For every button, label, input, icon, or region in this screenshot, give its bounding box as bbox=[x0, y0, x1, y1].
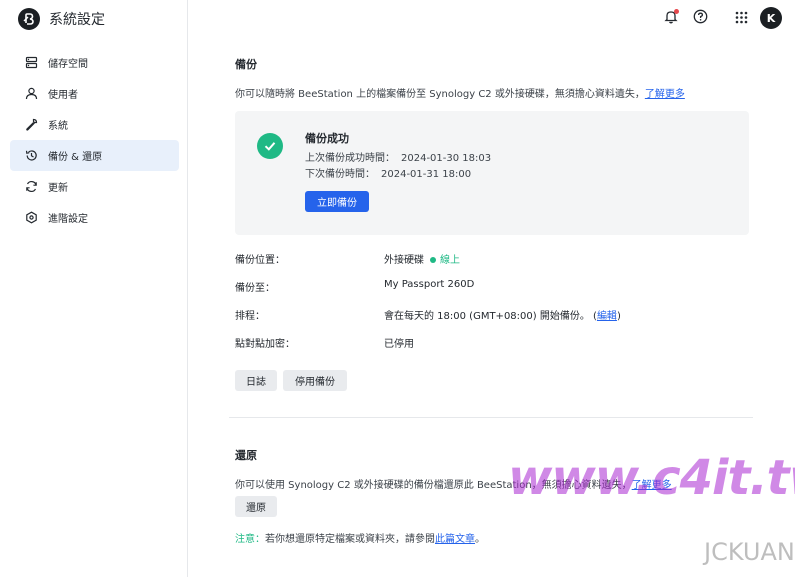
disable-backup-button[interactable]: 停用備份 bbox=[283, 370, 347, 391]
restore-learn-more-link[interactable]: 了解更多 bbox=[632, 480, 672, 491]
schedule-value: 會在每天的 18:00 (GMT+08:00) 開始備份。 (編輯) bbox=[384, 311, 621, 322]
backup-status-title: 備份成功 bbox=[305, 132, 349, 145]
backup-section-title: 備份 bbox=[235, 58, 257, 71]
backup-target-label: 備份至： bbox=[235, 283, 275, 294]
backup-description: 你可以隨時將 BeeStation 上的檔案備份至 Synology C2 或外… bbox=[235, 89, 685, 100]
sidebar-item-users[interactable]: 使用者 bbox=[10, 78, 179, 109]
app-header: 系統設定 bbox=[18, 7, 105, 31]
backup-location-value: 外接硬碟 線上 bbox=[384, 255, 460, 266]
restore-article-link[interactable]: 此篇文章 bbox=[435, 534, 475, 545]
advanced-settings-icon bbox=[24, 211, 38, 225]
restore-section-title: 還原 bbox=[235, 449, 257, 462]
online-status-dot bbox=[430, 256, 436, 263]
sidebar-item-system[interactable]: 系統 bbox=[10, 109, 179, 140]
sidebar-item-advanced[interactable]: 進階設定 bbox=[10, 202, 179, 233]
sidebar-item-label: 使用者 bbox=[48, 90, 78, 101]
backup-target-value: My Passport 260D bbox=[384, 279, 475, 290]
last-backup-time: 2024-01-30 18:03 bbox=[401, 153, 492, 164]
wrench-icon bbox=[24, 118, 38, 132]
backup-now-button[interactable]: 立即備份 bbox=[305, 191, 369, 212]
storage-icon bbox=[24, 56, 38, 70]
sidebar-item-label: 更新 bbox=[48, 183, 68, 194]
next-backup-time: 2024-01-31 18:00 bbox=[381, 169, 472, 180]
backup-restore-icon bbox=[24, 149, 38, 163]
schedule-label: 排程： bbox=[235, 311, 265, 322]
backup-location-label: 備份位置： bbox=[235, 255, 285, 266]
sidebar-item-backup-restore[interactable]: 備份 & 還原 bbox=[10, 140, 179, 171]
sidebar-item-label: 儲存空間 bbox=[48, 59, 88, 70]
sidebar: 系統設定 儲存空間 使用者 系統 備份 & 還原 更新 進階設定 bbox=[0, 0, 188, 577]
sidebar-item-label: 進階設定 bbox=[48, 214, 88, 225]
next-backup-line: 下次備份時間： 2024-01-31 18:00 bbox=[305, 169, 472, 180]
restore-description: 你可以使用 Synology C2 或外接硬碟的備份檔還原此 BeeStatio… bbox=[235, 480, 672, 491]
encryption-value: 已停用 bbox=[384, 339, 414, 350]
log-button[interactable]: 日誌 bbox=[235, 370, 277, 391]
schedule-edit-link[interactable]: 編輯 bbox=[597, 311, 617, 322]
sidebar-item-label: 備份 & 還原 bbox=[48, 152, 103, 163]
sidebar-item-label: 系統 bbox=[48, 121, 68, 132]
last-backup-line: 上次備份成功時間： 2024-01-30 18:03 bbox=[305, 153, 492, 164]
section-divider bbox=[229, 417, 753, 418]
sidebar-item-storage[interactable]: 儲存空間 bbox=[10, 47, 179, 78]
check-circle-icon bbox=[257, 133, 283, 159]
online-status-text: 線上 bbox=[440, 255, 460, 266]
restore-note: 注意：若你想還原特定檔案或資料夾，請參閱此篇文章。 bbox=[235, 534, 485, 545]
encryption-label: 點對點加密： bbox=[235, 339, 295, 350]
restore-button[interactable]: 還原 bbox=[235, 496, 277, 517]
user-icon bbox=[24, 87, 38, 101]
sidebar-item-update[interactable]: 更新 bbox=[10, 171, 179, 202]
backup-status-card: 備份成功 上次備份成功時間： 2024-01-30 18:03 下次備份時間： 20… bbox=[235, 111, 749, 235]
sidebar-nav: 儲存空間 使用者 系統 備份 & 還原 更新 進階設定 bbox=[10, 47, 179, 233]
app-title: 系統設定 bbox=[49, 12, 105, 28]
backup-learn-more-link[interactable]: 了解更多 bbox=[645, 89, 685, 100]
main-content: 備份 你可以隨時將 BeeStation 上的檔案備份至 Synology C2… bbox=[188, 0, 795, 577]
beestation-logo-icon bbox=[18, 8, 40, 30]
refresh-icon bbox=[24, 180, 38, 194]
